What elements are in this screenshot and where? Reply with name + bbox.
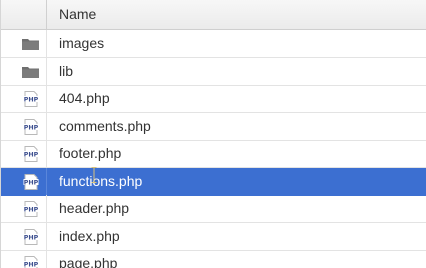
file-icon-cell: PHP: [1, 223, 47, 250]
php-file-icon: PHP: [23, 201, 39, 217]
folder-icon: [22, 67, 39, 78]
file-list-header: Name: [1, 0, 426, 30]
file-name: comments.php: [59, 118, 151, 134]
file-icon-cell: PHP: [1, 85, 47, 112]
file-row[interactable]: lib: [1, 58, 426, 86]
file-row[interactable]: PHP header.php: [1, 195, 426, 223]
php-file-icon: PHP: [23, 119, 39, 135]
php-icon-label: PHP: [24, 124, 39, 131]
file-name: footer.php: [59, 145, 122, 161]
php-file-icon: PHP: [23, 256, 39, 268]
file-row[interactable]: PHP index.php: [1, 223, 426, 251]
php-icon-label: PHP: [24, 151, 39, 158]
file-icon-cell: PHP: [1, 140, 47, 167]
file-row[interactable]: PHP 404.php: [1, 85, 426, 113]
file-row[interactable]: PHP page.php: [1, 250, 426, 268]
file-name: page.php: [59, 255, 118, 268]
php-file-icon: PHP: [23, 174, 39, 190]
php-file-icon: PHP: [23, 146, 39, 162]
file-icon-cell: PHP: [1, 250, 47, 268]
file-name: functions.php: [59, 173, 143, 189]
file-icon-cell: [1, 58, 47, 85]
file-icon-cell: PHP: [1, 113, 47, 140]
file-row[interactable]: PHP footer.php: [1, 140, 426, 168]
php-file-icon: PHP: [23, 229, 39, 245]
php-icon-label: PHP: [24, 96, 39, 103]
file-name: 404.php: [59, 90, 110, 106]
file-name: index.php: [59, 228, 120, 244]
php-file-icon: PHP: [23, 91, 39, 107]
folder-icon: [22, 39, 39, 50]
folder-name: images: [59, 35, 105, 51]
php-icon-label: PHP: [24, 206, 39, 213]
file-row[interactable]: PHP comments.php: [1, 113, 426, 141]
php-icon-label: PHP: [24, 261, 39, 268]
file-icon-cell: PHP: [1, 195, 47, 222]
file-row[interactable]: PHP functions.php: [1, 168, 426, 196]
file-row[interactable]: images: [1, 30, 426, 58]
icon-column-header[interactable]: [1, 0, 47, 29]
file-icon-cell: [1, 30, 47, 57]
php-icon-label: PHP: [24, 179, 39, 186]
name-column-header[interactable]: Name: [59, 0, 96, 29]
file-list: Name images lib PHP 404.php PHP comments.php P…: [0, 0, 426, 268]
file-icon-cell: PHP: [1, 168, 47, 195]
php-icon-label: PHP: [24, 234, 39, 241]
file-name: header.php: [59, 200, 130, 216]
folder-name: lib: [59, 63, 74, 79]
